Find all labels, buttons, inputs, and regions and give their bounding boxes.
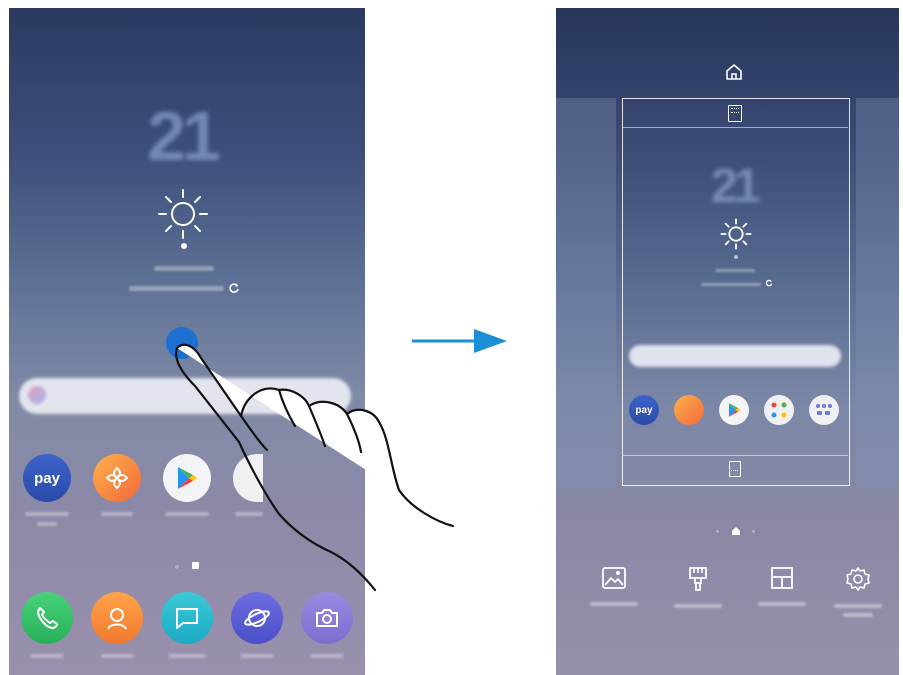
app-label (101, 512, 133, 516)
themes-button[interactable] (668, 566, 728, 608)
location-pin-icon (734, 255, 738, 259)
app-label (241, 654, 273, 658)
app-label (37, 522, 57, 526)
sun-icon (158, 189, 208, 239)
divider (623, 127, 848, 128)
app-label (169, 654, 205, 658)
phone-icon[interactable] (21, 592, 73, 644)
pay-icon[interactable]: pay (629, 395, 659, 425)
weather-location-text (154, 266, 214, 271)
previous-page-preview[interactable] (556, 98, 616, 488)
wallpapers-button[interactable] (584, 566, 644, 606)
search-logo-icon (28, 386, 46, 404)
page-preview-frame[interactable]: 21 pay (622, 98, 850, 486)
touch-and-hold-hand-icon (166, 327, 455, 592)
wallpapers-icon (602, 567, 626, 589)
next-page-preview[interactable] (856, 98, 899, 488)
pay-icon[interactable]: pay (23, 454, 71, 502)
app-label (31, 654, 63, 658)
divider (623, 455, 848, 456)
dock-icon[interactable] (729, 461, 741, 477)
play-store-icon[interactable] (719, 395, 749, 425)
widgets-label (758, 602, 806, 606)
weather-updated-text (701, 283, 761, 286)
arrow-right-icon (412, 329, 507, 353)
home-screen-settings-button[interactable] (828, 566, 888, 617)
weather-updated-text (129, 286, 224, 291)
gallery-icon[interactable] (674, 395, 704, 425)
weather-location-text (715, 269, 755, 272)
app-label (25, 512, 69, 516)
messages-icon[interactable] (161, 592, 213, 644)
wallpapers-label (590, 602, 638, 606)
search-bar[interactable] (629, 345, 841, 367)
themes-label (674, 604, 722, 608)
page-indicator (752, 530, 755, 533)
google-folder-icon[interactable] (764, 395, 794, 425)
weather-temperature: 21 (147, 97, 221, 175)
settings-label-line2 (843, 613, 873, 617)
gallery-icon[interactable] (93, 454, 141, 502)
location-pin-icon (181, 243, 187, 249)
contacts-icon[interactable] (91, 592, 143, 644)
refresh-icon[interactable] (765, 279, 773, 287)
page-indicator (716, 530, 719, 533)
themes-icon (689, 567, 707, 591)
page-type-icon[interactable] (728, 105, 742, 122)
sun-icon (720, 218, 752, 250)
settings-label (834, 604, 882, 608)
camera-icon[interactable] (301, 592, 353, 644)
app-label (101, 654, 133, 658)
settings-icon (846, 567, 870, 591)
home-page-indicator-icon (732, 527, 740, 535)
internet-icon[interactable] (231, 592, 283, 644)
weather-temperature: 21 (711, 160, 760, 213)
samsung-folder-icon[interactable] (809, 395, 839, 425)
home-icon[interactable] (725, 63, 743, 81)
widgets-button[interactable] (752, 566, 812, 606)
widgets-icon (771, 567, 793, 589)
app-label (311, 654, 343, 658)
home-screen-edit-mode: 21 pay (556, 8, 899, 675)
refresh-icon[interactable] (228, 282, 240, 294)
